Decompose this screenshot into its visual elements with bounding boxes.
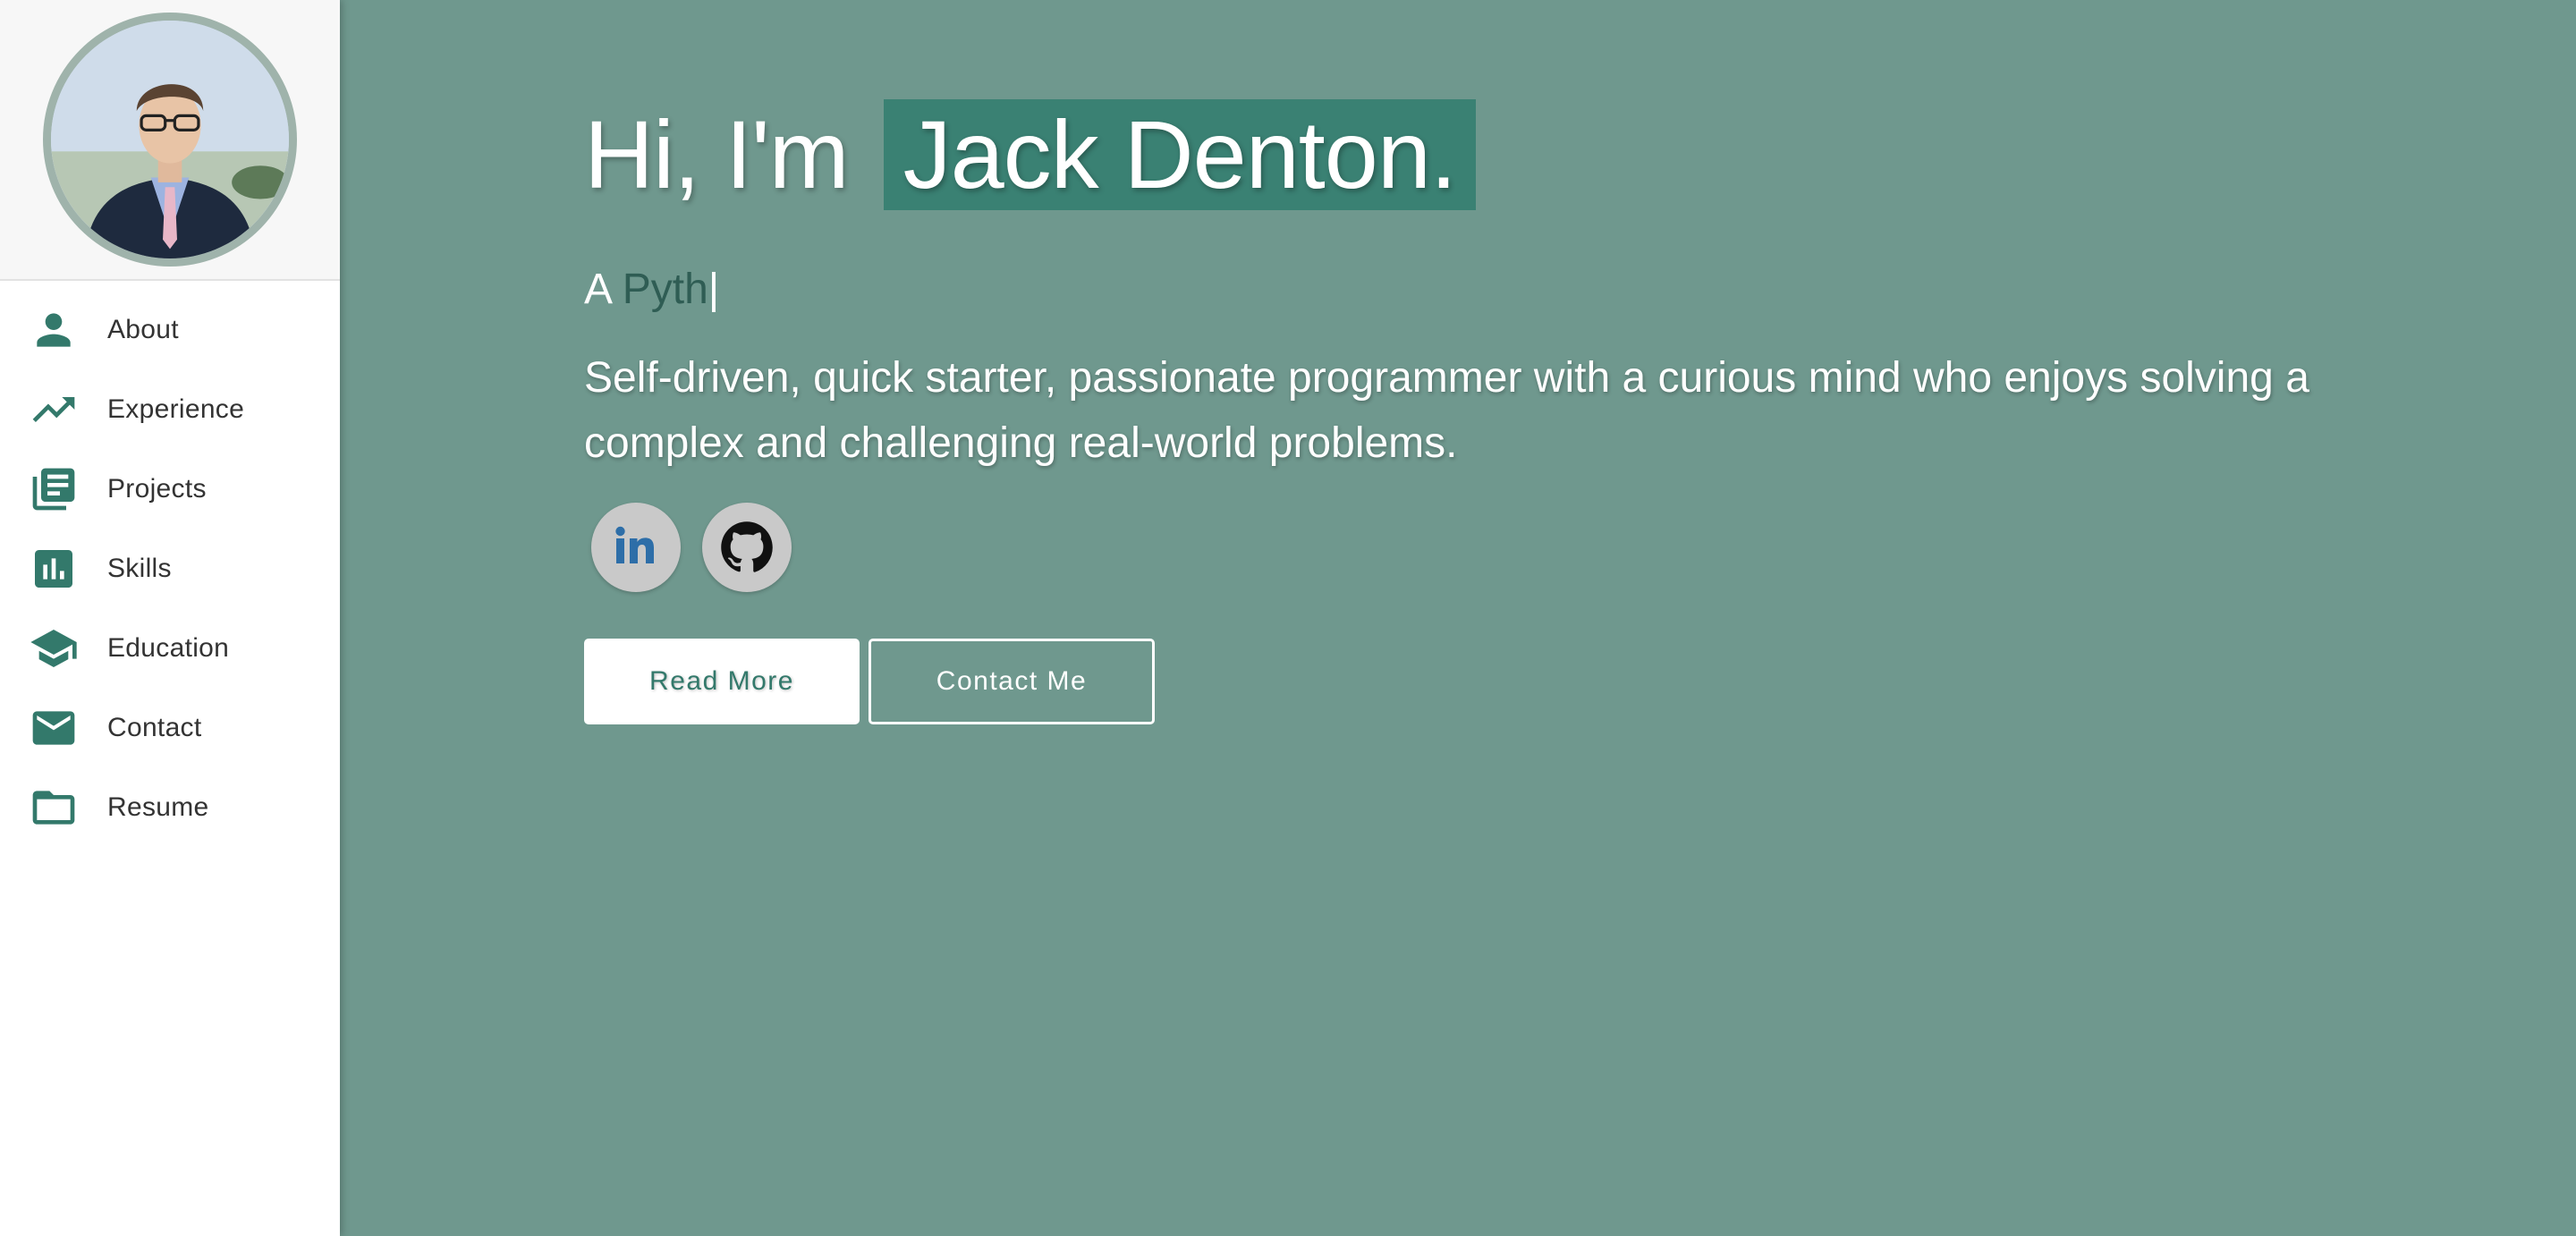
typed-text: Pyth (622, 266, 708, 313)
hero-title: Hi, I'm Jack Denton. (584, 98, 1476, 210)
sidebar-item-about[interactable]: About (0, 290, 340, 369)
profile-header (0, 0, 340, 281)
sidebar-item-label: Resume (107, 792, 209, 822)
sidebar-item-label: Education (107, 632, 230, 663)
sidebar-nav: About Experience Projects Skills Educati… (0, 281, 340, 847)
linkedin-icon (615, 526, 654, 563)
hero-name: Jack Denton. (883, 99, 1476, 210)
github-link[interactable] (702, 503, 792, 592)
graduation-cap-icon (27, 622, 80, 675)
bar-chart-icon (27, 542, 80, 596)
sidebar-item-experience[interactable]: Experience (0, 369, 340, 449)
sidebar-item-label: Contact (107, 712, 202, 742)
sidebar-item-resume[interactable]: Resume (0, 767, 340, 847)
sidebar-item-skills[interactable]: Skills (0, 529, 340, 608)
avatar (43, 13, 297, 267)
hero-subtitle: A Pyth| (584, 265, 719, 314)
read-more-button[interactable]: Read More (584, 639, 860, 724)
sidebar-item-label: Skills (107, 553, 172, 583)
hero-buttons: Read More Contact Me (584, 639, 1155, 724)
sidebar-item-contact[interactable]: Contact (0, 688, 340, 767)
subtitle-prefix: A (584, 266, 611, 313)
github-icon (721, 521, 773, 572)
hero-tagline: Self-driven, quick starter, passionate p… (584, 354, 2309, 467)
mail-icon (27, 701, 80, 755)
trending-up-icon (27, 383, 80, 436)
avatar-photo (51, 21, 289, 258)
typing-cursor: | (708, 266, 720, 313)
folder-icon (27, 781, 80, 834)
social-links (591, 503, 792, 592)
sidebar-item-education[interactable]: Education (0, 608, 340, 688)
sidebar-item-label: Experience (107, 394, 245, 424)
sidebar-item-label: Projects (107, 473, 207, 504)
sidebar-item-label: About (107, 314, 179, 344)
linkedin-link[interactable] (591, 503, 681, 592)
hero-greeting: Hi, I'm (584, 100, 850, 208)
sidebar: About Experience Projects Skills Educati… (0, 0, 340, 1236)
library-books-icon (27, 462, 80, 516)
person-icon (27, 303, 80, 357)
sidebar-item-projects[interactable]: Projects (0, 449, 340, 529)
contact-me-button[interactable]: Contact Me (869, 639, 1155, 724)
